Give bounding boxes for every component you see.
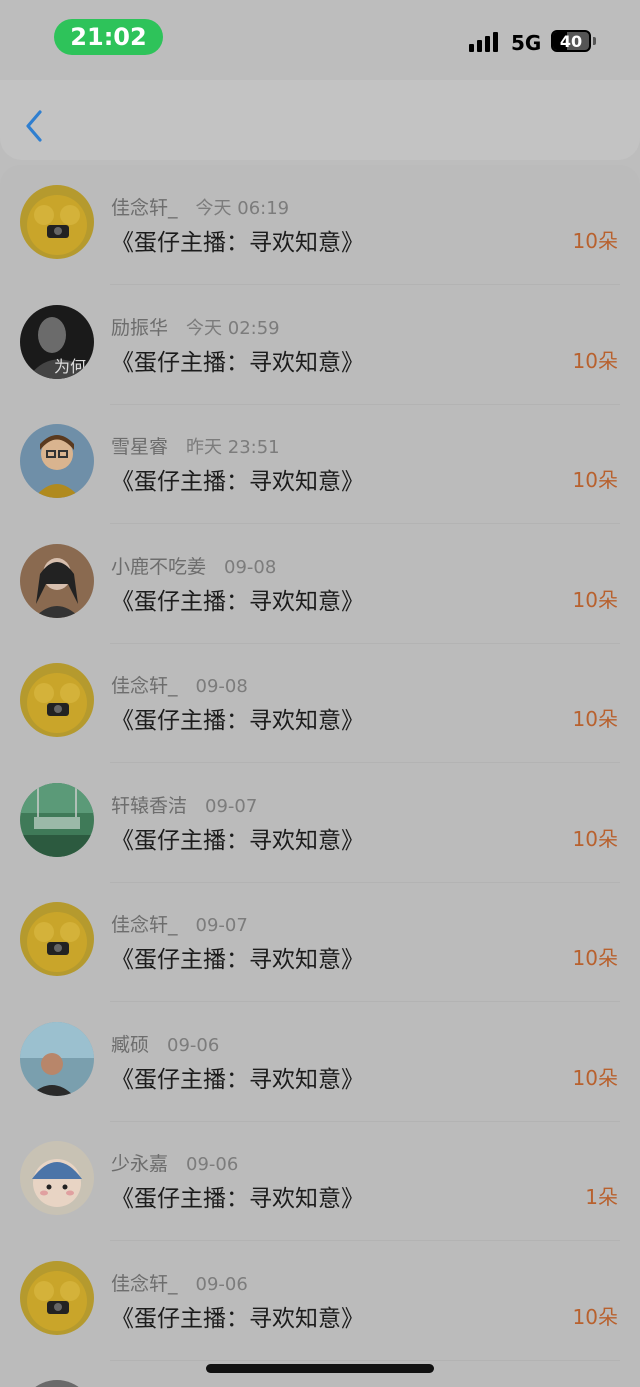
network-type: 5G bbox=[511, 31, 542, 55]
name-date-line: 臧硕 09-06 bbox=[111, 1030, 219, 1057]
cartoon-hat-avatar bbox=[20, 1141, 94, 1215]
gift-count: 10朵 bbox=[572, 229, 618, 253]
back-button[interactable] bbox=[20, 108, 50, 144]
record-date: 今天 06:19 bbox=[195, 198, 290, 219]
user-avatar[interactable] bbox=[20, 424, 94, 498]
avatar-overlay-text: 为何 bbox=[54, 356, 87, 376]
user-name[interactable]: 佳念轩_ bbox=[111, 197, 178, 219]
record-date: 09-08 bbox=[195, 676, 248, 697]
gift-title: 《蛋仔主播：寻欢知意》 bbox=[111, 1066, 364, 1093]
gift-count: 10朵 bbox=[572, 826, 618, 851]
gift-count: 10朵 bbox=[572, 1304, 618, 1329]
gift-title: 《蛋仔主播：寻欢知意》 bbox=[111, 349, 364, 376]
gift-count: 10朵 bbox=[572, 707, 618, 731]
user-avatar[interactable] bbox=[20, 1021, 94, 1096]
gift-count: 10朵 bbox=[572, 587, 618, 612]
user-avatar[interactable]: 为何 bbox=[20, 304, 94, 379]
name-date-line: 佳念轩_ 09-07 bbox=[111, 910, 248, 937]
user-name[interactable]: 小鹿不吃姜 bbox=[111, 556, 206, 578]
gift-title: 《蛋仔主播：寻欢知意》 bbox=[111, 469, 364, 495]
battery-tip bbox=[593, 37, 596, 45]
user-name[interactable]: 臧硕 bbox=[111, 1034, 149, 1056]
gift-record-row[interactable]: 雪星睿 昨天 23:51 《蛋仔主播：寻欢知意》 10朵 bbox=[0, 404, 640, 524]
gift-count: 10朵 bbox=[572, 946, 618, 970]
gift-record-row[interactable]: 佳念轩_ 09-06 《蛋仔主播：寻欢知意》 10朵 bbox=[0, 1241, 640, 1361]
record-date: 今天 02:59 bbox=[186, 317, 280, 339]
cartoon-boy-avatar bbox=[20, 424, 94, 498]
green-swing-avatar bbox=[20, 782, 94, 857]
battery-level: 40 bbox=[559, 31, 583, 51]
gift-record-row[interactable]: 佳念轩_ 09-07 《蛋仔主播：寻欢知意》 10朵 bbox=[0, 882, 640, 1002]
yellow-dog-avatar bbox=[20, 902, 94, 976]
gift-title: 《蛋仔主播：寻欢知意》 bbox=[111, 588, 364, 615]
gift-record-row[interactable]: 佳念轩_ 今天 06:19 《蛋仔主播：寻欢知意》 10朵 bbox=[0, 165, 640, 285]
user-avatar[interactable] bbox=[20, 663, 94, 737]
gift-title: 《蛋仔主播：寻欢知意》 bbox=[111, 1186, 364, 1212]
name-date-line: 少永嘉 09-06 bbox=[111, 1149, 238, 1176]
battery-icon: 40 bbox=[551, 30, 591, 52]
yellow-dog-avatar bbox=[20, 185, 94, 259]
gift-count: 1朵 bbox=[585, 1185, 618, 1209]
gift-record-row[interactable]: 轩辕香洁 09-07 《蛋仔主播：寻欢知意》 10朵 bbox=[0, 763, 640, 883]
user-avatar[interactable] bbox=[20, 1260, 94, 1335]
record-date: 09-06 bbox=[186, 1154, 239, 1175]
gift-record-row[interactable]: 小鹿不吃姜 09-08 《蛋仔主播：寻欢知意》 10朵 bbox=[0, 524, 640, 644]
girl-photo-avatar bbox=[20, 543, 94, 618]
record-date: 09-07 bbox=[195, 915, 248, 936]
gift-record-row[interactable]: 佳念轩_ 09-08 《蛋仔主播：寻欢知意》 10朵 bbox=[0, 643, 640, 763]
chevron-left-icon bbox=[26, 110, 42, 142]
gift-title: 《蛋仔主播：寻欢知意》 bbox=[111, 708, 364, 734]
record-date: 09-06 bbox=[167, 1034, 220, 1056]
user-name[interactable]: 少永嘉 bbox=[111, 1153, 168, 1175]
gift-count: 10朵 bbox=[572, 348, 618, 373]
user-name[interactable]: 佳念轩_ bbox=[111, 914, 178, 936]
user-name[interactable]: 雪星睿 bbox=[111, 436, 168, 458]
gift-count: 10朵 bbox=[572, 468, 618, 492]
user-name[interactable]: 佳念轩_ bbox=[111, 675, 178, 697]
man-photo-avatar bbox=[20, 1021, 94, 1096]
gift-record-row[interactable]: 臧硕 09-06 《蛋仔主播：寻欢知意》 10朵 bbox=[0, 1002, 640, 1122]
row-divider bbox=[110, 1359, 620, 1361]
user-avatar[interactable] bbox=[20, 543, 94, 618]
user-name[interactable]: 轩辕香洁 bbox=[111, 795, 187, 817]
gift-title: 《蛋仔主播：寻欢知意》 bbox=[111, 230, 364, 256]
status-time: 21:02 bbox=[54, 19, 163, 55]
gift-title: 《蛋仔主播：寻欢知意》 bbox=[111, 1305, 364, 1332]
name-date-line: 佳念轩_ 今天 06:19 bbox=[111, 193, 289, 220]
user-avatar[interactable] bbox=[20, 185, 94, 259]
gift-count: 10朵 bbox=[572, 1065, 618, 1090]
name-date-line: 佳念轩_ 09-06 bbox=[111, 1269, 248, 1296]
user-avatar[interactable] bbox=[20, 902, 94, 976]
name-date-line: 小鹿不吃姜 09-08 bbox=[111, 552, 276, 579]
user-name[interactable]: 佳念轩_ bbox=[111, 1273, 178, 1295]
name-date-line: 励振华 今天 02:59 bbox=[111, 313, 280, 340]
user-avatar[interactable] bbox=[20, 782, 94, 857]
name-date-line: 雪星睿 昨天 23:51 bbox=[111, 432, 280, 459]
name-date-line: 佳念轩_ 09-08 bbox=[111, 671, 248, 698]
gift-title: 《蛋仔主播：寻欢知意》 bbox=[111, 827, 364, 854]
record-date: 昨天 23:51 bbox=[186, 437, 280, 458]
home-indicator[interactable] bbox=[206, 1364, 434, 1373]
yellow-dog-avatar bbox=[20, 1260, 94, 1335]
user-avatar[interactable] bbox=[20, 1141, 94, 1215]
record-date: 09-06 bbox=[195, 1273, 248, 1295]
status-bar: 21:02 5G 40 bbox=[0, 0, 640, 80]
record-date: 09-08 bbox=[224, 556, 277, 578]
gift-record-list: 佳念轩_ 今天 06:19 《蛋仔主播：寻欢知意》 10朵 为何 励振华 今天 02:59… bbox=[0, 165, 640, 1387]
user-name[interactable]: 励振华 bbox=[111, 317, 168, 339]
yellow-dog-avatar bbox=[20, 663, 94, 737]
gift-record-row[interactable]: 少永嘉 09-06 《蛋仔主播：寻欢知意》 1朵 bbox=[0, 1121, 640, 1241]
gift-title: 《蛋仔主播：寻欢知意》 bbox=[111, 947, 364, 973]
gift-record-row[interactable]: 为何 励振华 今天 02:59 《蛋仔主播：寻欢知意》 10朵 bbox=[0, 285, 640, 405]
record-date: 09-07 bbox=[205, 795, 258, 817]
nav-bar bbox=[0, 80, 640, 160]
name-date-line: 轩辕香洁 09-07 bbox=[111, 791, 257, 818]
cellular-signal-icon bbox=[469, 32, 501, 52]
